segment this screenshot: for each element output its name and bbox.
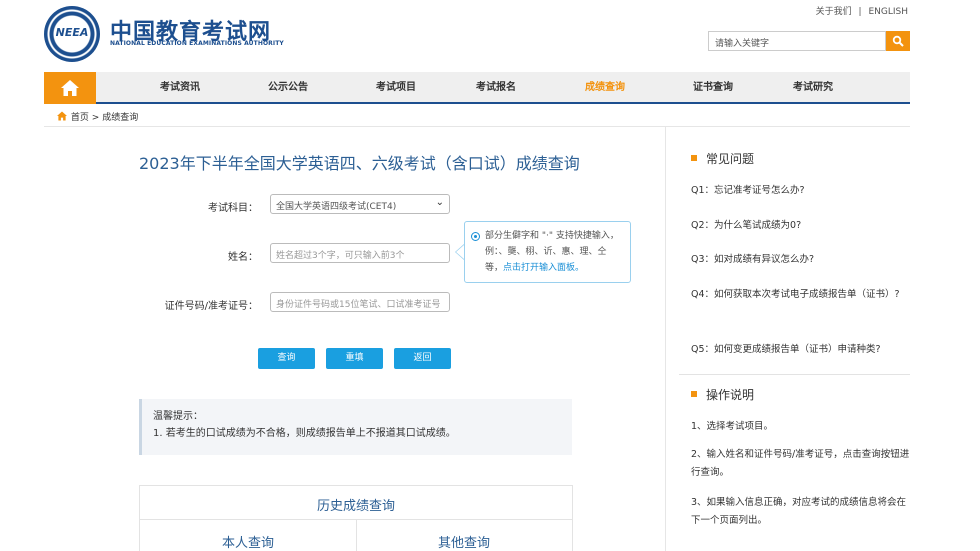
search-button[interactable] — [886, 31, 910, 51]
notice-line: 1. 若考生的口试成绩为不合格，则成绩报告单上不报道其口试成绩。 — [153, 428, 456, 439]
tab-self-query[interactable]: 本人查询 — [140, 532, 356, 551]
ops-heading: 操作说明 — [691, 386, 754, 403]
nav-home-button[interactable] — [44, 72, 96, 104]
faq-item-1[interactable]: Q1：忘记准考证号怎么办? — [691, 182, 901, 199]
nav-item-exam-projects[interactable]: 考试项目 — [376, 72, 416, 104]
faq-heading: 常见问题 — [691, 150, 754, 167]
ops-step-3: 3、如果输入信息正确，对应考试的成绩信息将会在下一个页面列出。 — [691, 497, 907, 526]
query-button[interactable]: 查询 — [258, 348, 315, 369]
breadcrumb-separator: > — [91, 113, 100, 123]
sidebar-divider — [665, 127, 666, 551]
history-title: 历史成绩查询 — [316, 499, 395, 514]
breadcrumb-divider — [44, 126, 910, 127]
faq-item-5[interactable]: Q5：如何变更成绩报告单（证书）申请种类? — [691, 341, 911, 358]
nav-item-certificate-query[interactable]: 证书查询 — [693, 72, 733, 104]
tip-arrow — [455, 244, 464, 260]
logo-badge-text: NEEA — [55, 26, 89, 39]
faq-item-3[interactable]: Q3：如对成绩有异议怎么办? — [691, 251, 901, 268]
main-nav: 考试资讯 公示公告 考试项目 考试报名 成绩查询 证书查询 考试研究 — [44, 72, 910, 104]
top-links: 关于我们 | ENGLISH — [814, 4, 910, 17]
breadcrumb: 首页 > 成绩查询 — [56, 110, 138, 123]
nav-item-announcements[interactable]: 公示公告 — [268, 72, 308, 104]
square-bullet-icon — [691, 391, 697, 397]
back-button[interactable]: 返回 — [394, 348, 451, 369]
page-title: 2023年下半年全国大学英语四、六级考试（含口试）成绩查询 — [139, 154, 580, 173]
open-input-panel-link[interactable]: 点击打开输入面板。 — [503, 263, 584, 273]
english-link[interactable]: ENGLISH — [868, 7, 908, 17]
sidebar-section-divider — [679, 374, 910, 375]
ops-title: 操作说明 — [706, 388, 755, 402]
name-placeholder: 姓名超过3个字，可只输入前3个 — [276, 251, 405, 261]
about-link[interactable]: 关于我们 — [816, 7, 852, 17]
ops-step-1: 1、选择考试项目。 — [691, 421, 774, 432]
breadcrumb-home[interactable]: 首页 — [71, 113, 89, 123]
history-score-panel: 历史成绩查询 本人查询 其他查询 — [139, 485, 573, 551]
site-name-english: NATIONAL EDUCATION EXAMINATIONS AUTHORIT… — [110, 40, 284, 47]
nav-item-news[interactable]: 考试资讯 — [160, 72, 200, 104]
chevron-down-icon: ⌄ — [435, 197, 444, 208]
faq-item-2[interactable]: Q2：为什么笔试成绩为0? — [691, 217, 901, 234]
nav-item-registration[interactable]: 考试报名 — [476, 72, 516, 104]
search-icon — [892, 35, 904, 47]
link-separator: | — [858, 7, 862, 17]
nav-item-research[interactable]: 考试研究 — [793, 72, 833, 104]
faq-title: 常见问题 — [706, 152, 755, 166]
square-bullet-icon — [691, 155, 697, 161]
input-tip-box: 部分生僻字和 "·" 支持快捷输入，例：、龑、栩、䜣、惠、理、仝等，点击打开输入… — [464, 221, 631, 283]
breadcrumb-current: 成绩查询 — [102, 113, 139, 123]
notice-title: 温馨提示： — [153, 411, 203, 422]
name-input[interactable]: 姓名超过3个字，可只输入前3个 — [270, 243, 450, 263]
faq-item-4[interactable]: Q4：如何获取本次考试电子成绩报告单（证书）? — [691, 286, 901, 303]
id-number-input[interactable]: 身份证件号码或15位笔试、口试准考证号 — [270, 292, 450, 312]
notice-box: 温馨提示： 1. 若考生的口试成绩为不合格，则成绩报告单上不报道其口试成绩。 — [139, 399, 572, 455]
id-placeholder: 身份证件号码或15位笔试、口试准考证号 — [276, 300, 441, 310]
breadcrumb-home-icon — [57, 111, 67, 121]
reset-button[interactable]: 重填 — [326, 348, 383, 369]
search-input[interactable]: 请输入关键字 — [708, 31, 886, 51]
subject-label: 考试科目： — [208, 203, 258, 214]
site-header: NEEA 中国教育考试网 NATIONAL EDUCATION EXAMINAT… — [0, 0, 980, 70]
id-label: 证件号码/准考证号： — [164, 301, 258, 312]
info-radio-icon — [471, 232, 480, 241]
subject-selected-value: 全国大学英语四级考试(CET4) — [276, 202, 397, 212]
nav-item-score-query[interactable]: 成绩查询 — [585, 72, 625, 104]
home-icon — [61, 80, 79, 96]
neea-logo[interactable]: NEEA — [44, 6, 100, 62]
tab-other-query[interactable]: 其他查询 — [356, 532, 572, 551]
ops-step-2: 2、输入姓名和证件号码/准考证号，点击查询按钮进行查询。 — [691, 449, 910, 478]
subject-select[interactable]: 全国大学英语四级考试(CET4) ⌄ — [270, 194, 450, 214]
name-label: 姓名： — [228, 252, 258, 263]
